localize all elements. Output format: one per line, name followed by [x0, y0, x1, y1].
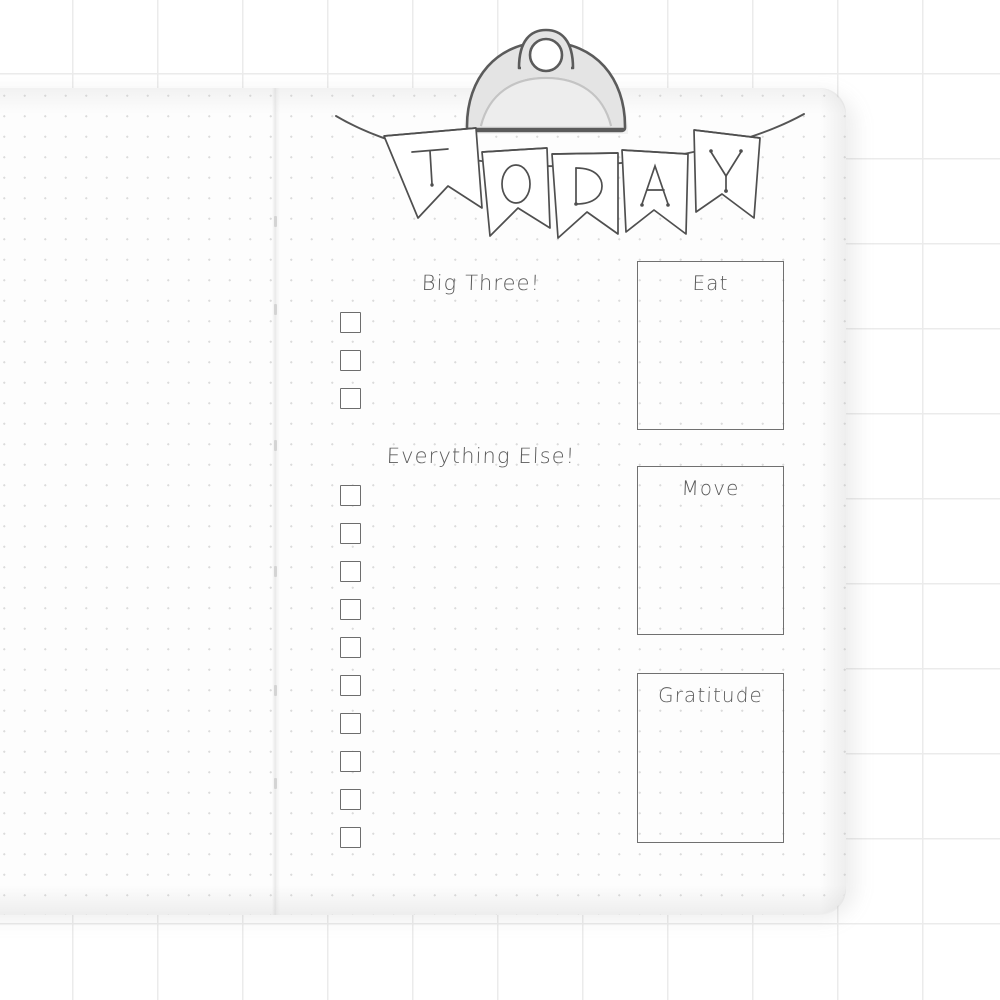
- big-three-checkbox-3[interactable]: [340, 388, 361, 409]
- big-three-checkbox-1[interactable]: [340, 312, 361, 333]
- banner-flag-A: [621, 149, 689, 235]
- spine-stitch: [274, 216, 277, 227]
- spine-stitch: [274, 440, 277, 451]
- everything-else-checkbox-1[interactable]: [340, 485, 361, 506]
- screenshot-root: Big Three! Everything Else! Eat Move Gra…: [0, 0, 1000, 1000]
- gratitude-panel-title: Gratitude: [657, 683, 764, 707]
- everything-else-checkbox-2[interactable]: [340, 523, 361, 544]
- everything-else-checkbox-6[interactable]: [340, 675, 361, 696]
- everything-else-checkbox-8[interactable]: [340, 751, 361, 772]
- everything-else-checkbox-3[interactable]: [340, 561, 361, 582]
- everything-else-checkbox-10[interactable]: [340, 827, 361, 848]
- eat-panel-title: Eat: [692, 271, 729, 295]
- move-panel[interactable]: Move: [637, 466, 784, 635]
- spine-stitch: [274, 778, 277, 789]
- banner-flag-D: [551, 152, 619, 239]
- gratitude-panel[interactable]: Gratitude: [637, 673, 784, 843]
- spine-stitch: [274, 566, 277, 577]
- eat-panel[interactable]: Eat: [637, 261, 784, 430]
- page-sheen-bottom: [0, 885, 846, 915]
- move-panel-title: Move: [681, 476, 740, 500]
- everything-else-checkbox-7[interactable]: [340, 713, 361, 734]
- banner-flag-Y: [693, 129, 761, 219]
- everything-else-checkbox-4[interactable]: [340, 599, 361, 620]
- big-three-heading: Big Three!: [421, 271, 541, 295]
- banner-flag-T: [383, 127, 483, 219]
- banner-flag-O: [481, 147, 551, 237]
- page-sheen-right: [820, 88, 846, 915]
- spine-stitch: [274, 304, 277, 315]
- today-banner: [330, 108, 810, 258]
- clip-hole: [528, 37, 564, 73]
- spine-stitch: [274, 685, 277, 696]
- big-three-checkbox-2[interactable]: [340, 350, 361, 371]
- notebook-spine: [272, 88, 280, 915]
- everything-else-checkbox-5[interactable]: [340, 637, 361, 658]
- everything-else-checkbox-9[interactable]: [340, 789, 361, 810]
- everything-else-heading: Everything Else!: [386, 444, 576, 468]
